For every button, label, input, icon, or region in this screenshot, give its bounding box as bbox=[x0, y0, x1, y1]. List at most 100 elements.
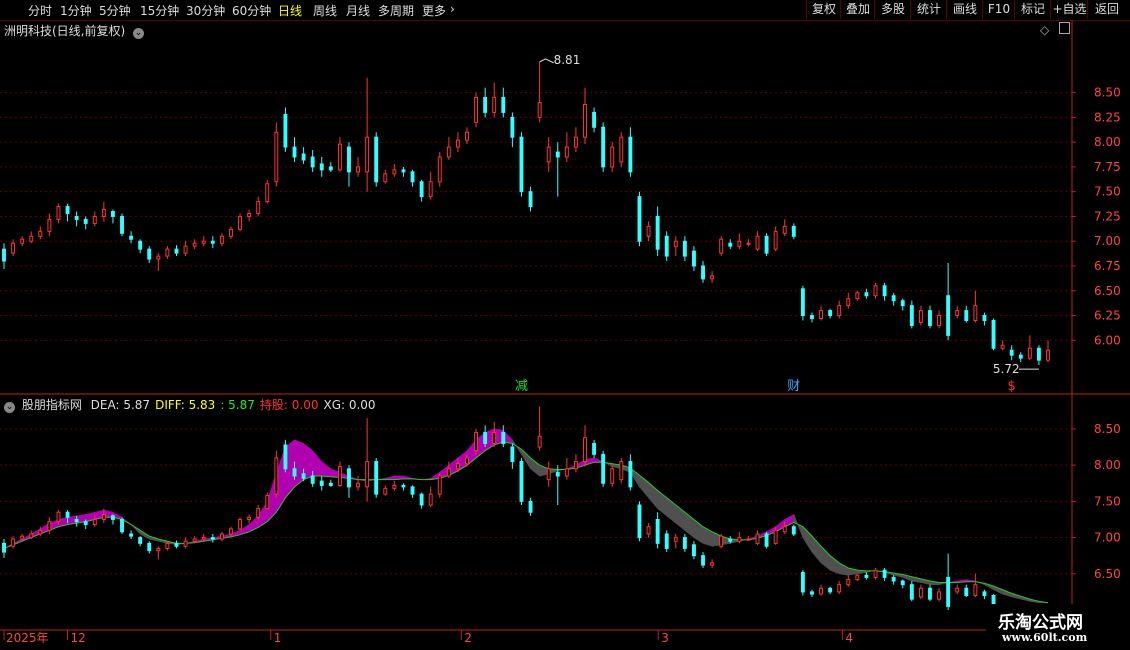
candle-body-57 bbox=[519, 136, 524, 193]
ind-candle-body-33 bbox=[301, 473, 306, 479]
period-tab-10[interactable]: 更多 bbox=[422, 2, 446, 19]
ind-candle-body-25 bbox=[229, 528, 233, 535]
ind-tick-label-3: 8.00 bbox=[1094, 458, 1121, 472]
candle-body-41 bbox=[374, 136, 379, 183]
candle-body-96 bbox=[873, 285, 878, 297]
candle-body-44 bbox=[401, 169, 406, 173]
candle-body-38 bbox=[347, 146, 351, 173]
candle-body-87 bbox=[791, 225, 796, 237]
candle-body-107 bbox=[973, 305, 978, 321]
candle-body-92 bbox=[837, 305, 842, 317]
ind-candle-body-4 bbox=[38, 529, 43, 535]
toolbar-button-2[interactable]: 多股 bbox=[874, 0, 911, 19]
ind-candle-body-93 bbox=[846, 579, 851, 586]
main-tick-label-7: 7.75 bbox=[1094, 160, 1121, 174]
candle-body-83 bbox=[755, 235, 760, 250]
candle-body-11 bbox=[101, 209, 106, 217]
candle-body-102 bbox=[928, 310, 932, 326]
ind-candle-body-24 bbox=[219, 533, 224, 540]
ind-candle-body-85 bbox=[773, 529, 778, 544]
ind-candle-body-29 bbox=[265, 495, 270, 510]
indicator-band-35 bbox=[321, 460, 332, 478]
ind-candle-body-45 bbox=[410, 486, 415, 495]
candle-body-64 bbox=[583, 103, 587, 138]
ind-candle-body-44 bbox=[401, 484, 406, 488]
indicator-panel-title: ⌄ 股朋指标网 DEA: 5.87 DIFF: 5.83: 5.87 持股: 0.0… bbox=[4, 396, 376, 413]
indicator-band-91 bbox=[829, 555, 840, 575]
candle-body-72 bbox=[655, 215, 660, 250]
ind-candle-body-35 bbox=[319, 480, 324, 486]
period-tab-6[interactable]: 日线 bbox=[278, 2, 302, 19]
ind-candle-body-53 bbox=[483, 432, 488, 444]
candle-body-109 bbox=[991, 320, 996, 349]
candle-body-90 bbox=[819, 310, 823, 320]
stock-chart[interactable]: 6.00 6.25 6.50 6.75 7.00 7.25 7.50 7.75 8.00 8.25… bbox=[0, 20, 1130, 650]
period-tab-4[interactable]: 30分钟 bbox=[186, 2, 225, 19]
candle-body-81 bbox=[737, 240, 742, 247]
period-tab-5[interactable]: 60分钟 bbox=[232, 2, 271, 19]
ind-candle-body-61 bbox=[555, 471, 560, 477]
ind-candle-body-86 bbox=[782, 526, 787, 533]
toolbar-button-4[interactable]: 画线 bbox=[946, 0, 983, 19]
ind-candle-body-18 bbox=[165, 542, 170, 549]
toolbar-button-1[interactable]: 叠加 bbox=[840, 0, 875, 19]
toolbar-button-3[interactable]: 统计 bbox=[910, 0, 947, 19]
ind-candle-body-95 bbox=[864, 574, 869, 578]
period-tab-3[interactable]: 15分钟 bbox=[140, 2, 179, 19]
ind-candle-body-13 bbox=[120, 518, 124, 533]
ind-candle-body-65 bbox=[592, 442, 597, 455]
toolbar-button-8[interactable]: 返回 bbox=[1087, 0, 1126, 19]
ind-candle-body-102 bbox=[928, 587, 932, 600]
ind-candle-body-16 bbox=[147, 542, 152, 552]
candle-body-36 bbox=[328, 166, 333, 171]
more-arrow-icon[interactable]: › bbox=[450, 2, 455, 16]
ind-candle-body-14 bbox=[129, 533, 134, 537]
candle-body-35 bbox=[319, 163, 324, 171]
period-tab-1[interactable]: 1分钟 bbox=[60, 2, 92, 19]
ind-candle-body-41 bbox=[374, 461, 379, 495]
ind-tick-label-0: 6.50 bbox=[1094, 567, 1121, 581]
candle-body-69 bbox=[628, 136, 633, 173]
ind-candle-body-22 bbox=[201, 537, 206, 540]
ind-candle-body-40 bbox=[365, 461, 370, 488]
period-tab-0[interactable]: 分时 bbox=[28, 2, 52, 19]
chevron-down-icon[interactable]: ⌄ bbox=[4, 402, 15, 413]
panel-toggle-icon[interactable] bbox=[1059, 22, 1071, 34]
candle-body-62 bbox=[564, 146, 569, 158]
period-tab-7[interactable]: 周线 bbox=[313, 2, 337, 19]
main-tick-label-0: 6.00 bbox=[1094, 333, 1121, 347]
candle-body-113 bbox=[1027, 347, 1032, 359]
candle-body-27 bbox=[247, 212, 252, 217]
diamond-icon[interactable]: ◇ bbox=[1040, 23, 1049, 37]
toolbar-button-6[interactable]: 标记 bbox=[1014, 0, 1051, 19]
ind-candle-body-39 bbox=[356, 482, 361, 488]
low-label: 5.72 bbox=[993, 362, 1020, 376]
period-tab-9[interactable]: 多周期 bbox=[378, 2, 414, 19]
candle-body-47 bbox=[428, 181, 433, 198]
candle-body-73 bbox=[664, 235, 669, 257]
candle-body-66 bbox=[601, 126, 606, 168]
candle-body-58 bbox=[528, 191, 533, 208]
ind-candle-body-94 bbox=[855, 574, 860, 581]
ind-candle-body-91 bbox=[828, 587, 833, 593]
ind-candle-body-78 bbox=[710, 562, 715, 566]
ind-candle-body-38 bbox=[347, 468, 351, 488]
candle-body-55 bbox=[501, 97, 506, 113]
chevron-down-icon[interactable]: ⌄ bbox=[133, 28, 145, 39]
candle-body-70 bbox=[637, 196, 642, 242]
toolbar-button-5[interactable]: F10 bbox=[982, 0, 1015, 19]
candle-body-98 bbox=[891, 295, 896, 302]
candle-body-40 bbox=[365, 136, 370, 173]
toolbar-button-0[interactable]: 复权 bbox=[806, 0, 841, 19]
candle-body-95 bbox=[864, 292, 869, 297]
ind-candle-body-82 bbox=[746, 538, 751, 541]
panel-controls[interactable]: ◇ bbox=[1040, 22, 1071, 37]
period-tab-2[interactable]: 5分钟 bbox=[99, 2, 131, 19]
ind-tick-label-1: 7.00 bbox=[1094, 531, 1121, 545]
candle-body-46 bbox=[419, 181, 424, 198]
indicator-band-89 bbox=[811, 535, 822, 564]
toolbar-button-7[interactable]: +自选 bbox=[1050, 0, 1088, 19]
indicator-name[interactable]: 股朋指标网 bbox=[22, 398, 82, 412]
ind-candle-body-97 bbox=[882, 569, 887, 578]
period-tab-8[interactable]: 月线 bbox=[346, 2, 370, 19]
